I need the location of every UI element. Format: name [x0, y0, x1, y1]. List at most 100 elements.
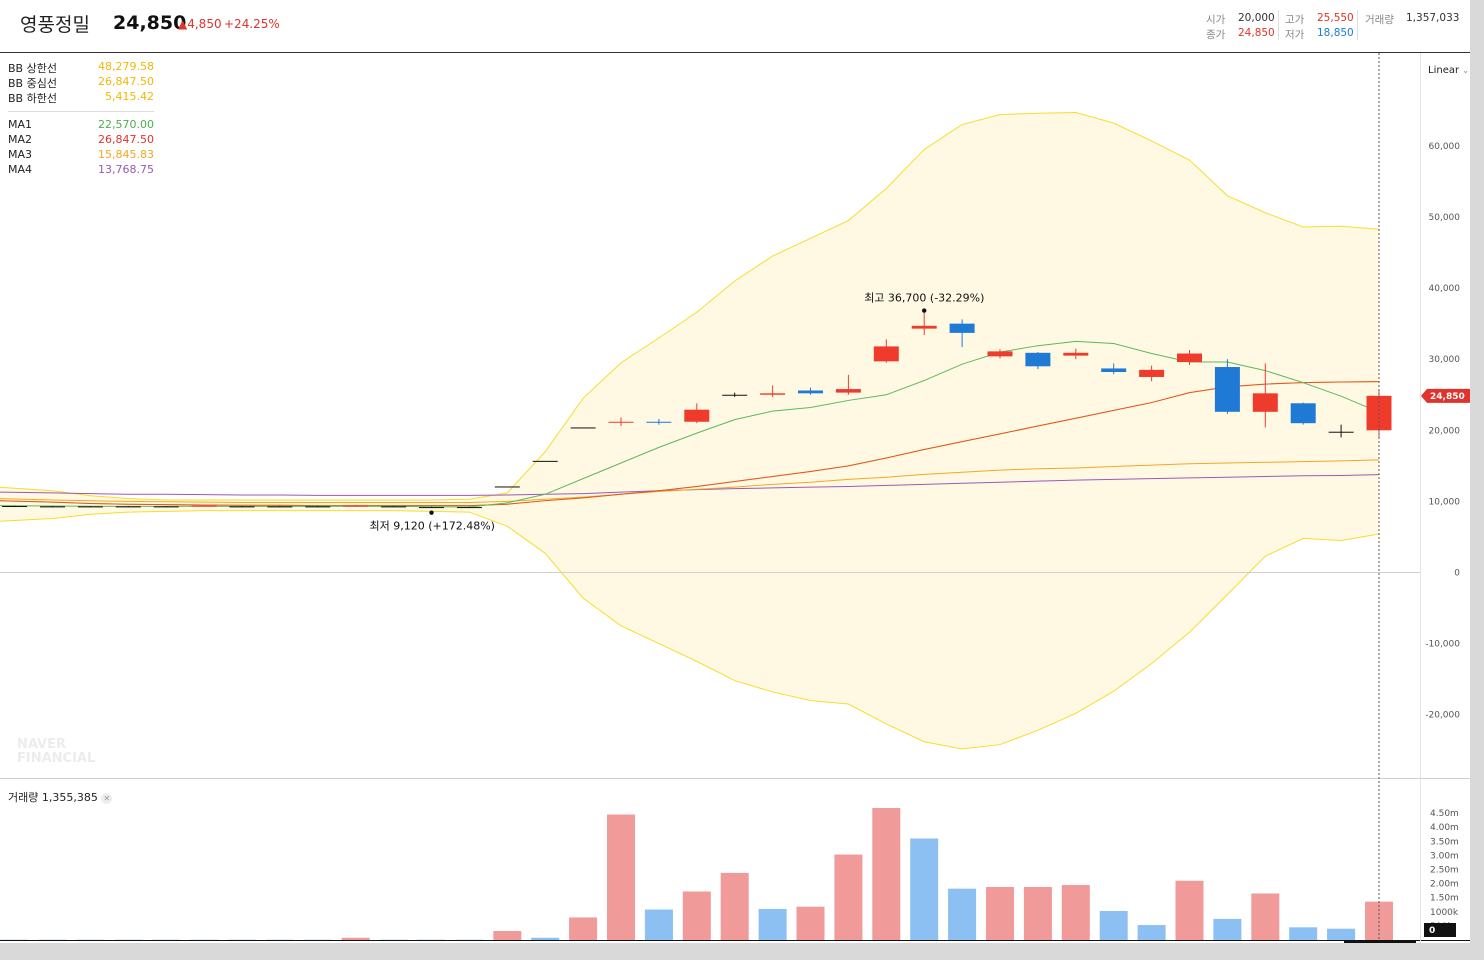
volume-bar — [986, 886, 1014, 940]
candle-body — [949, 323, 975, 333]
chart-canvas[interactable]: 최고 36,700 (-32.29%) 최저 9,120 (+172.48%) 6… — [0, 0, 1470, 943]
candle-body — [873, 346, 899, 362]
volume-bar — [569, 917, 598, 940]
volume-tick-label: 2.50m — [1430, 866, 1459, 876]
candle-body — [1101, 368, 1127, 372]
candle-body — [305, 506, 331, 508]
candle-body — [722, 394, 748, 396]
candle-body — [608, 421, 634, 423]
candle-body — [229, 506, 255, 508]
high-label: 고가 — [1285, 14, 1305, 26]
price-tick-label: -20,000 — [1425, 711, 1460, 721]
volume-bar — [1213, 918, 1242, 940]
candle-body — [267, 506, 293, 508]
volume-bar — [1061, 885, 1090, 940]
legend-ma3[interactable]: MA3 15,845.83 — [8, 148, 154, 161]
scale-mode-select[interactable]: Linear ⌄ — [1428, 65, 1469, 76]
price-tick-label: 40,000 — [1429, 284, 1461, 294]
candle-body — [532, 460, 558, 462]
volume-tick-label: 3.50m — [1430, 837, 1459, 847]
volume-bar — [644, 909, 673, 940]
volume-panel-label: 거래량 1,355,385 ✕ — [8, 789, 113, 805]
volume-tick-label: 1000k — [1430, 908, 1459, 918]
volume-bar — [531, 937, 560, 940]
candle-body — [191, 505, 217, 507]
volume-bar — [1327, 928, 1356, 940]
price-tick-label: 30,000 — [1429, 355, 1461, 365]
legend-ma1[interactable]: MA1 22,570.00 — [8, 118, 154, 131]
low-label: 저가 — [1285, 29, 1305, 41]
quote-header: 영풍정밀 24,850 ▲4,850 +24.25% 시가 20,000 고가 … — [0, 0, 1470, 53]
legend-bb-upper[interactable]: BB 상한선 48,279.58 — [8, 60, 154, 76]
legend-divider — [8, 111, 154, 112]
candle-body — [760, 393, 786, 395]
volume-tag-label: 0 — [1429, 926, 1435, 936]
candle-body — [381, 506, 407, 508]
price-tick-label: 20,000 — [1429, 426, 1461, 436]
chart-root: 최고 36,700 (-32.29%) 최저 9,120 (+172.48%) 6… — [0, 0, 1484, 960]
low-annotation: 최저 9,120 (+172.48%) — [370, 520, 495, 533]
candle-body — [1328, 431, 1354, 433]
price-tick-label: 50,000 — [1429, 213, 1461, 223]
candle-body — [77, 506, 103, 508]
volume-bar — [872, 808, 901, 940]
legend-bb-lower[interactable]: BB 하한선 5,415.42 — [8, 90, 154, 106]
legend-ma4[interactable]: MA4 13,768.75 — [8, 163, 154, 176]
candle-body — [343, 505, 369, 507]
close-label: 종가 — [1206, 29, 1226, 41]
price-tick-label: 60,000 — [1429, 142, 1461, 152]
candle — [532, 460, 558, 462]
volume-bar — [834, 854, 863, 940]
candle — [570, 427, 596, 429]
close-icon[interactable]: ✕ — [101, 793, 113, 804]
current-price: 24,850 — [113, 12, 187, 34]
volume-label: 거래량 — [1365, 14, 1394, 26]
volume-bar — [910, 838, 939, 940]
watermark: NAVER FINANCIAL — [17, 737, 96, 766]
candle-body — [419, 507, 444, 509]
price-tick-label: 0 — [1454, 569, 1460, 579]
candle — [1214, 359, 1240, 414]
candle-body — [494, 486, 520, 488]
volume-bar — [1289, 927, 1318, 940]
candle-body — [40, 506, 65, 508]
volume-tick-label: 2.00m — [1430, 880, 1459, 890]
candle-body — [1252, 393, 1278, 412]
price-tick-label: 10,000 — [1429, 497, 1461, 507]
candle-body — [570, 427, 596, 429]
candle-body — [835, 389, 861, 393]
candle-body — [684, 409, 710, 422]
candle-body — [646, 421, 672, 423]
volume-bar — [1023, 886, 1052, 940]
high-marker — [922, 308, 927, 313]
volume-bar — [720, 872, 749, 940]
volume-bar — [758, 908, 787, 940]
candle-body — [798, 390, 823, 394]
low-marker — [429, 510, 434, 515]
volume-bar — [1099, 910, 1128, 940]
volume-bar — [796, 906, 825, 940]
close-value: 24,850 — [1238, 27, 1275, 39]
price-tag-label: 24,850 — [1430, 392, 1465, 402]
chart-panel: 최고 36,700 (-32.29%) 최저 9,120 (+172.48%) 6… — [0, 0, 1470, 943]
legend-ma2[interactable]: MA2 26,847.50 — [8, 133, 154, 146]
candle-body — [2, 506, 28, 508]
volume-tick-label: 4.50m — [1430, 809, 1459, 819]
volume-bar — [682, 891, 711, 940]
open-label: 시가 — [1206, 14, 1226, 26]
volume-bar — [948, 888, 977, 940]
volume-bar — [1137, 925, 1166, 940]
stock-name: 영풍정밀 — [20, 14, 90, 36]
candle-body — [115, 506, 141, 508]
volume-bar — [493, 930, 522, 940]
legend-bb-mid[interactable]: BB 중심선 26,847.50 — [8, 75, 154, 91]
candle-body — [1063, 352, 1089, 356]
candle-body — [1025, 352, 1051, 367]
candle-body — [911, 325, 937, 329]
volume-bar — [341, 937, 370, 940]
candle — [494, 486, 520, 488]
high-value: 25,550 — [1317, 12, 1354, 24]
candle — [191, 505, 217, 507]
price-tick-label: -10,000 — [1425, 640, 1460, 650]
open-value: 20,000 — [1238, 12, 1275, 24]
